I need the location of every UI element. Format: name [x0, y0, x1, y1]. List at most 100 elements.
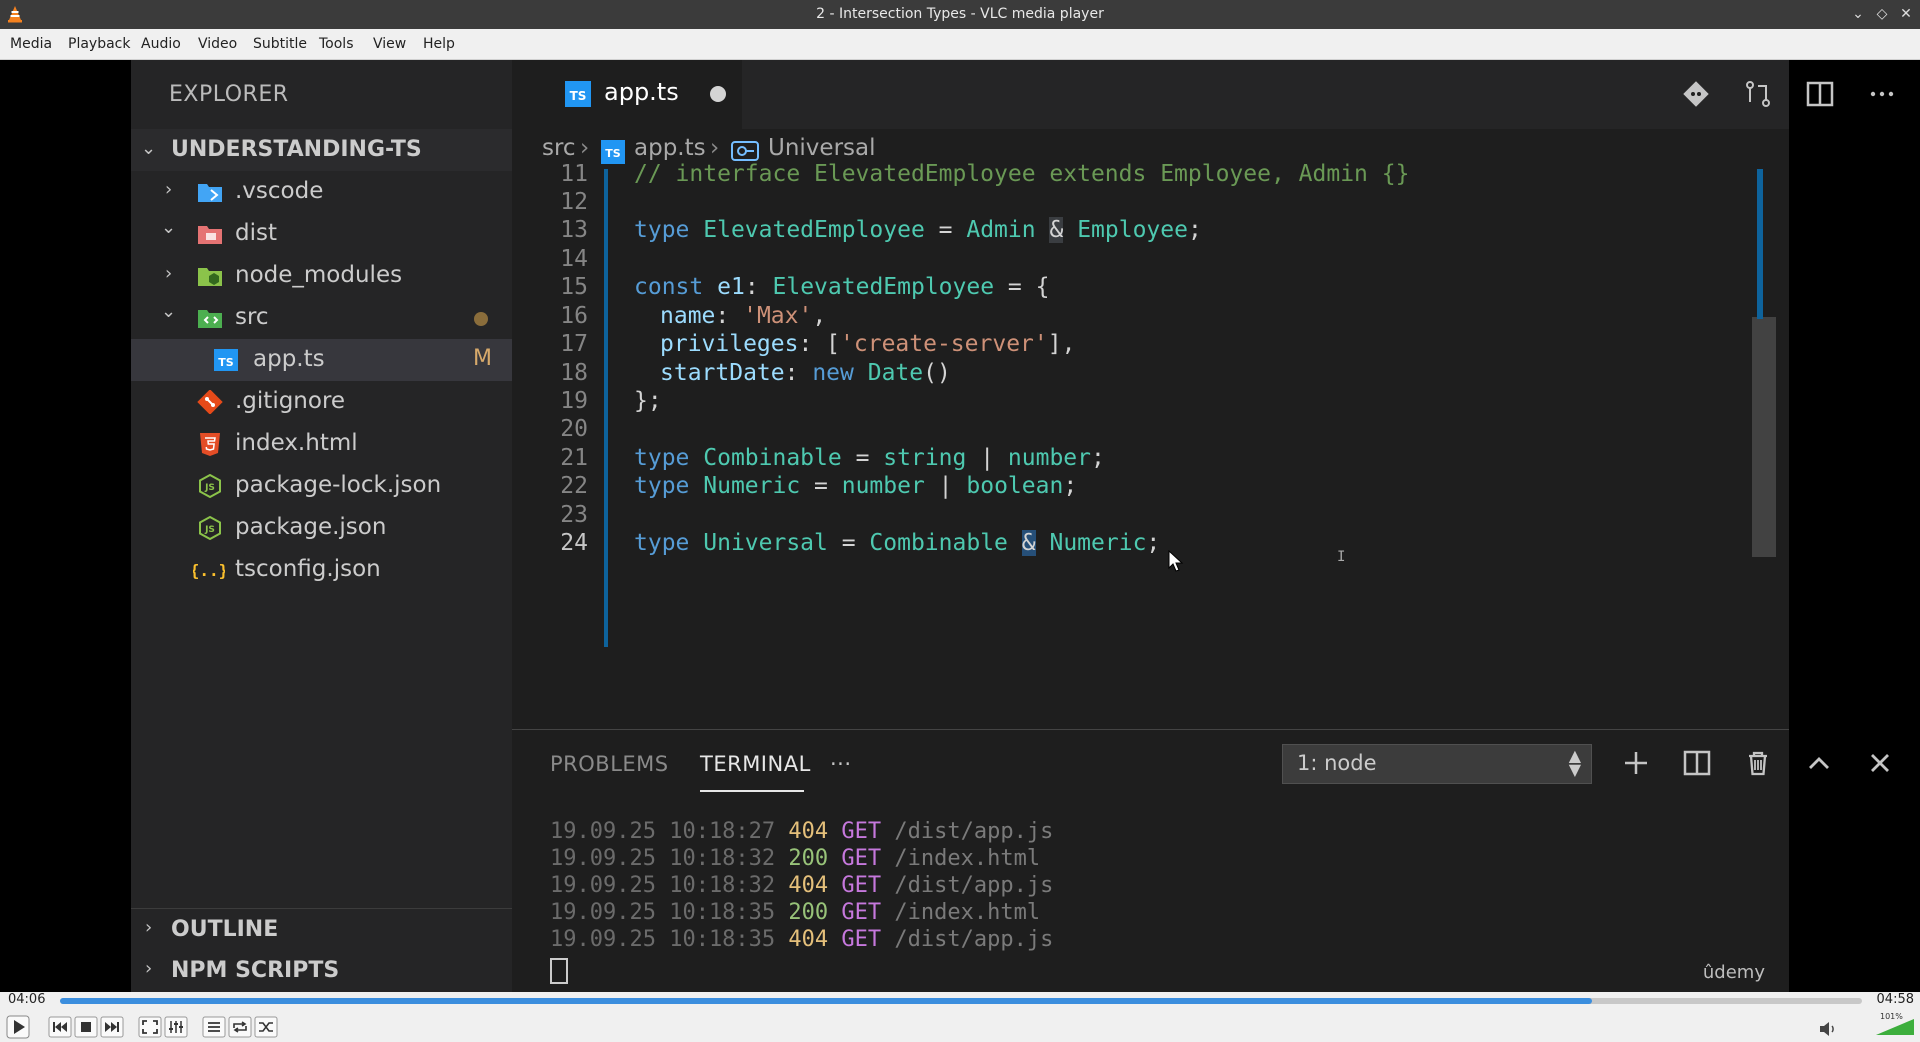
- breadcrumb-symbol[interactable]: Universal: [768, 135, 876, 161]
- line-number: 23: [560, 502, 588, 528]
- volume-icon[interactable]: [1818, 1019, 1838, 1039]
- unsaved-dot[interactable]: [710, 86, 726, 102]
- active-tab-underline: [700, 790, 804, 792]
- line-number: 13: [560, 217, 588, 243]
- extended-settings-icon[interactable]: [164, 1015, 188, 1039]
- split-editor-icon[interactable]: [1802, 76, 1838, 112]
- menu-help[interactable]: Help: [423, 36, 455, 52]
- npm-scripts-label: NPM SCRIPTS: [171, 958, 340, 983]
- npm-scripts-section[interactable]: › NPM SCRIPTS: [131, 950, 512, 992]
- git-modified-gutter: [604, 169, 608, 647]
- folder-node-icon: [198, 268, 222, 286]
- folder-src-icon: [198, 310, 222, 328]
- tree-item-package-lock[interactable]: JS package-lock.json: [131, 465, 512, 507]
- minimize-icon[interactable]: ⌄: [1848, 4, 1868, 24]
- svg-text:JS: JS: [204, 483, 215, 493]
- tab-terminal[interactable]: TERMINAL: [700, 752, 811, 776]
- menu-view[interactable]: View: [373, 36, 406, 52]
- breadcrumb-src[interactable]: src: [542, 135, 576, 161]
- tree-item-package-json[interactable]: JS package.json: [131, 507, 512, 549]
- git-icon: [197, 390, 223, 414]
- tree-label: .vscode: [235, 178, 324, 204]
- code-token: type: [634, 473, 690, 499]
- next-icon[interactable]: [100, 1015, 124, 1039]
- code-token: Admin: [966, 217, 1036, 243]
- log-status: 404: [788, 819, 829, 844]
- tree-label: src: [235, 304, 269, 330]
- time-elapsed[interactable]: 04:06: [8, 992, 45, 1007]
- tree-label: package.json: [235, 514, 387, 540]
- tab-problems[interactable]: PROBLEMS: [550, 752, 669, 776]
- terminal-output[interactable]: 19.09.25 10:18:27 404 GET /dist/app.js 1…: [550, 818, 1053, 953]
- panel-more-icon[interactable]: ···: [830, 752, 852, 776]
- svg-text:{..}: {..}: [193, 561, 225, 580]
- playlist-icon[interactable]: [202, 1015, 226, 1039]
- code-token: ;: [1063, 473, 1078, 499]
- title-bar: 2 - Intersection Types - VLC media playe…: [0, 0, 1920, 29]
- code-line-22: type Numeric = number | boolean;: [634, 473, 1077, 499]
- open-changes-icon[interactable]: [1740, 76, 1776, 112]
- split-terminal-icon[interactable]: [1680, 746, 1714, 780]
- play-icon[interactable]: [6, 1015, 30, 1039]
- loop-icon[interactable]: [228, 1015, 252, 1039]
- log-timestamp: 19.09.25 10:18:27: [550, 819, 776, 844]
- stop-icon[interactable]: [74, 1015, 98, 1039]
- video-area[interactable]: EXPLORER ⌄ UNDERSTANDING-TS › .vscode ⌄ …: [0, 60, 1920, 993]
- tree-item-gitignore[interactable]: .gitignore: [131, 381, 512, 423]
- code-token: : [: [798, 331, 841, 357]
- svg-text:JS: JS: [204, 525, 215, 535]
- log-method: GET: [841, 873, 882, 898]
- maximize-icon[interactable]: ◇: [1872, 4, 1892, 24]
- log-path: /index.html: [894, 846, 1041, 871]
- menu-playback[interactable]: Playback: [68, 36, 130, 52]
- log-line: 19.09.25 10:18:27 404 GET /dist/app.js: [550, 818, 1053, 845]
- scrollbar-thumb[interactable]: [1752, 317, 1776, 557]
- trash-icon[interactable]: [1741, 746, 1775, 780]
- code-token: const: [634, 274, 704, 300]
- breadcrumb-file[interactable]: app.ts: [634, 135, 706, 161]
- menu-tools[interactable]: Tools: [319, 36, 354, 52]
- project-name: UNDERSTANDING-TS: [171, 137, 422, 162]
- menu-video[interactable]: Video: [198, 36, 237, 52]
- code-token: Combinable: [703, 445, 842, 471]
- outline-section[interactable]: › OUTLINE: [131, 908, 512, 951]
- seek-bar[interactable]: [60, 998, 1862, 1004]
- more-actions-icon[interactable]: [1864, 76, 1900, 112]
- code-token: new: [812, 360, 854, 386]
- close-window-icon[interactable]: ✕: [1896, 4, 1916, 24]
- menu-subtitle[interactable]: Subtitle: [253, 36, 307, 52]
- time-total[interactable]: 04:58: [1877, 992, 1914, 1007]
- seek-progress: [60, 998, 1592, 1004]
- tree-label: tsconfig.json: [235, 556, 381, 582]
- chevron-up-icon[interactable]: [1802, 746, 1836, 780]
- code-editor[interactable]: 11 12 13 14 15 16 17 18 19 20 21 22 23 2…: [512, 161, 1789, 729]
- git-compare-icon[interactable]: [1678, 76, 1714, 112]
- svg-text:TS: TS: [570, 89, 587, 103]
- shuffle-icon[interactable]: [254, 1015, 278, 1039]
- explorer-title: EXPLORER: [169, 82, 289, 107]
- code-token: Combinable: [869, 530, 1008, 556]
- plus-icon[interactable]: [1619, 746, 1653, 780]
- menu-media[interactable]: Media: [10, 36, 52, 52]
- outline-label: OUTLINE: [171, 917, 279, 942]
- menu-audio[interactable]: Audio: [141, 36, 181, 52]
- modified-badge: M: [473, 346, 492, 371]
- code-token: ;: [1187, 217, 1202, 243]
- code-line-15: const e1: ElevatedEmployee = {: [634, 274, 1049, 300]
- line-number: 16: [560, 303, 588, 329]
- line-number: 20: [560, 416, 588, 442]
- close-panel-icon[interactable]: [1863, 746, 1897, 780]
- tree-item-app-ts[interactable]: TS app.ts M: [131, 339, 512, 381]
- code-line-24: type Universal = Combinable & Numeric;: [634, 530, 1160, 556]
- terminal-select[interactable]: 1: node ▲ ▼: [1282, 744, 1592, 784]
- code-line-18: startDate: new Date(): [660, 360, 951, 386]
- volume-slider[interactable]: [1876, 1019, 1914, 1035]
- tree-item-tsconfig[interactable]: {..} tsconfig.json: [131, 549, 512, 591]
- tree-label: package-lock.json: [235, 472, 442, 498]
- code-line-11: // interface ElevatedEmployee extends Em…: [634, 161, 1410, 187]
- code-token: =: [827, 530, 870, 556]
- tree-item-index-html[interactable]: index.html: [131, 423, 512, 465]
- previous-icon[interactable]: [48, 1015, 72, 1039]
- tab-app-ts[interactable]: TS app.ts: [512, 60, 742, 129]
- fullscreen-icon[interactable]: [138, 1015, 162, 1039]
